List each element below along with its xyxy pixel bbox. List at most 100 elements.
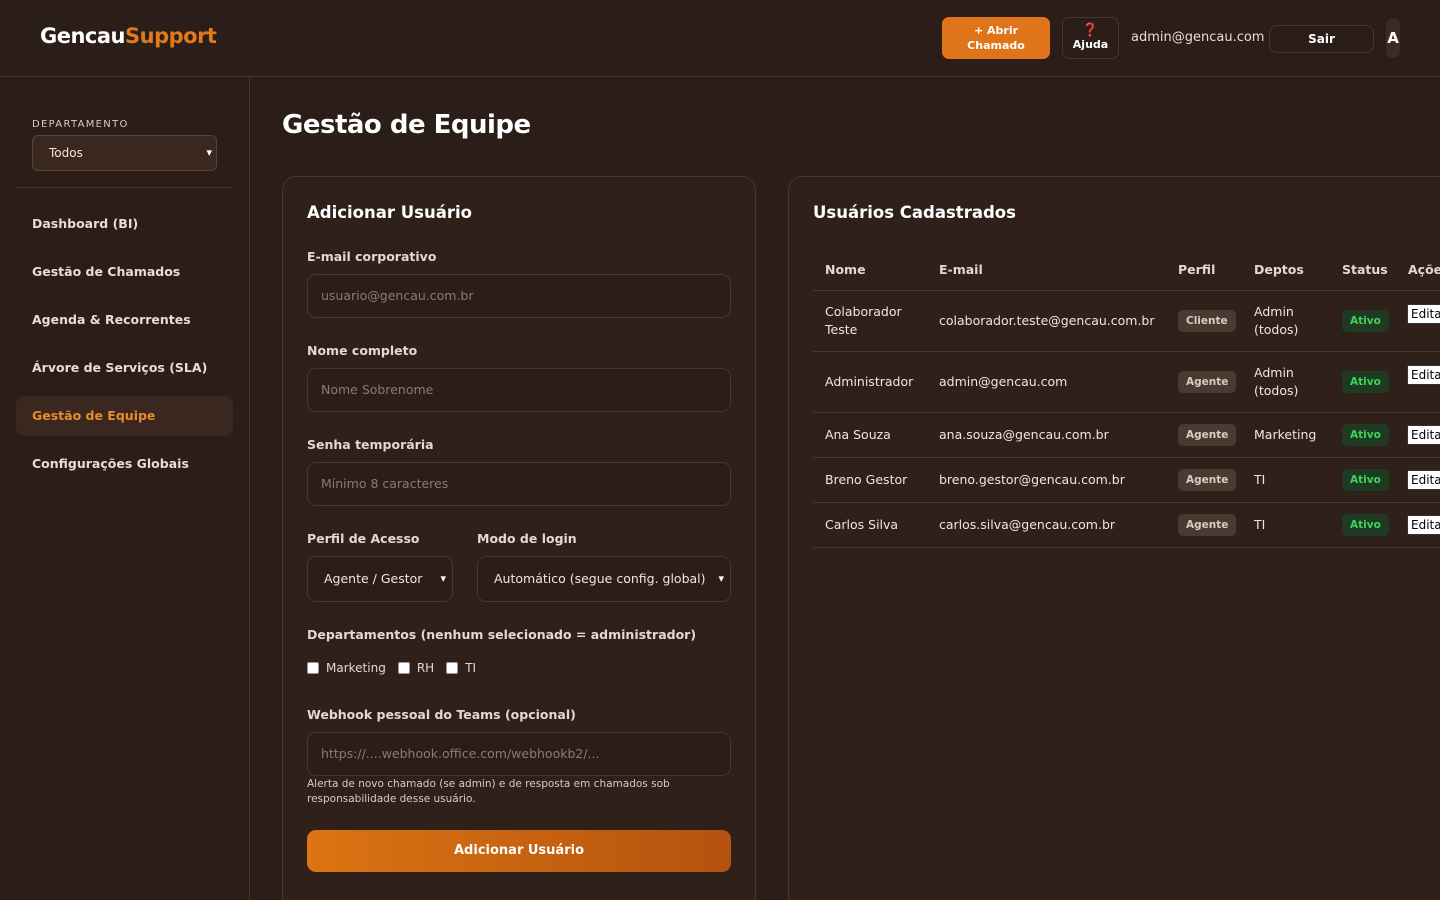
- users-table: Nome E-mail Perfil Deptos Status Ações C…: [813, 250, 1440, 548]
- email-field[interactable]: usuario@gencau.com.br: [307, 274, 731, 318]
- sidebar-item-team[interactable]: Gestão de Equipe: [16, 396, 233, 436]
- sidebar-divider: [16, 187, 233, 188]
- profile-select-value: Agente / Gestor: [324, 571, 423, 586]
- sidebar-item-tickets[interactable]: Gestão de Chamados: [16, 252, 233, 292]
- sidebar-item-schedule[interactable]: Agenda & Recorrentes: [16, 300, 233, 340]
- email-label: E-mail corporativo: [307, 249, 437, 264]
- user-depts: TI: [1254, 472, 1266, 487]
- edit-user-button[interactable]: Editar: [1407, 304, 1440, 324]
- column-header-status: Status: [1342, 262, 1388, 277]
- departments-label: Departamentos (nenhum selecionado = admi…: [307, 627, 697, 642]
- column-header-email: E-mail: [939, 262, 983, 277]
- login-mode-select-value: Automático (segue config. global): [494, 571, 706, 586]
- chevron-down-icon: ▾: [440, 572, 446, 585]
- question-mark-icon: ❓: [1082, 23, 1099, 38]
- webhook-field[interactable]: https://....webhook.office.com/webhookb2…: [307, 732, 731, 776]
- logo-text-primary: Gencau: [40, 24, 126, 48]
- add-user-title: Adicionar Usuário: [307, 203, 472, 222]
- checkbox[interactable]: [446, 662, 459, 674]
- status-badge: Ativo: [1342, 310, 1389, 332]
- table-row: Ana Souza ana.souza@gencau.com.br Agente…: [813, 413, 1440, 458]
- column-header-depts: Deptos: [1254, 262, 1304, 277]
- login-mode-select[interactable]: Automático (segue config. global) ▾: [477, 556, 731, 602]
- status-badge: Ativo: [1342, 469, 1389, 491]
- users-card: Usuários Cadastrados Nome E-mail Perfil …: [788, 176, 1440, 900]
- checkbox-label: Marketing: [326, 661, 386, 675]
- department-checkbox-rh[interactable]: RH: [397, 661, 435, 675]
- chevron-down-icon: ▾: [718, 572, 724, 585]
- webhook-hint: Alerta de novo chamado (se admin) e de r…: [307, 778, 670, 805]
- role-badge: Agente: [1178, 371, 1237, 393]
- top-bar: GencauSupport + Abrir Chamado ❓ Ajuda ad…: [0, 0, 1440, 77]
- user-email: colaborador.teste@gencau.com.br: [939, 313, 1155, 328]
- full-name-field[interactable]: Nome Sobrenome: [307, 368, 731, 412]
- edit-user-button[interactable]: Editar: [1407, 365, 1440, 385]
- user-email: breno.gestor@gencau.com.br: [939, 472, 1125, 487]
- department-checkbox-ti[interactable]: TI: [446, 661, 476, 675]
- checkbox-label: RH: [416, 661, 435, 675]
- column-header-role: Perfil: [1178, 262, 1216, 277]
- user-name: Administrador: [825, 374, 914, 389]
- user-email: carlos.silva@gencau.com.br: [939, 517, 1116, 532]
- page-title: Gestão de Equipe: [282, 110, 531, 140]
- user-name: Breno Gestor: [825, 472, 908, 487]
- department-select-value: Todos: [49, 146, 83, 160]
- user-depts: Marketing: [1254, 427, 1317, 442]
- avatar[interactable]: A: [1386, 18, 1400, 58]
- department-label: DEPARTAMENTO: [32, 119, 129, 130]
- open-ticket-button[interactable]: + Abrir Chamado: [942, 17, 1050, 59]
- edit-user-button[interactable]: Editar: [1407, 470, 1440, 490]
- help-label: Ajuda: [1072, 38, 1109, 51]
- table-row: Administrador admin@gencau.com Agente Ad…: [813, 352, 1440, 413]
- checkbox[interactable]: [397, 662, 410, 674]
- open-ticket-line2: Chamado: [967, 39, 1025, 52]
- department-checkbox-marketing[interactable]: Marketing: [307, 661, 386, 675]
- checkbox[interactable]: [307, 662, 319, 674]
- name-label: Nome completo: [307, 343, 418, 358]
- help-button[interactable]: ❓ Ajuda: [1062, 17, 1119, 59]
- user-email: admin@gencau.com: [939, 374, 1068, 389]
- temp-password-field[interactable]: Mínimo 8 caracteres: [307, 462, 731, 506]
- login-mode-label: Modo de login: [477, 531, 577, 546]
- user-email: ana.souza@gencau.com.br: [939, 427, 1109, 442]
- user-depts: TI: [1254, 517, 1266, 532]
- role-badge: Agente: [1178, 469, 1237, 491]
- webhook-label: Webhook pessoal do Teams (opcional): [307, 707, 576, 722]
- sidebar-item-services-sla[interactable]: Árvore de Serviços (SLA): [16, 348, 233, 388]
- status-badge: Ativo: [1342, 371, 1389, 393]
- sidebar-item-dashboard[interactable]: Dashboard (BI): [16, 204, 233, 244]
- column-header-name: Nome: [825, 262, 866, 277]
- edit-user-button[interactable]: Editar: [1407, 425, 1440, 445]
- status-badge: Ativo: [1342, 424, 1389, 446]
- user-name: Ana Souza: [825, 427, 891, 442]
- app-logo[interactable]: GencauSupport: [40, 24, 217, 48]
- status-badge: Ativo: [1342, 514, 1389, 536]
- table-row: Breno Gestor breno.gestor@gencau.com.br …: [813, 458, 1440, 503]
- table-header: Nome E-mail Perfil Deptos Status Ações: [813, 250, 1440, 291]
- column-header-actions: Ações: [1408, 262, 1440, 277]
- role-badge: Agente: [1178, 424, 1237, 446]
- users-title: Usuários Cadastrados: [813, 203, 1016, 222]
- user-name: Carlos Silva: [825, 517, 899, 532]
- current-user-email: admin@gencau.com: [1131, 30, 1265, 45]
- user-depts: Admin (todos): [1254, 304, 1299, 337]
- logout-button[interactable]: Sair: [1269, 25, 1374, 53]
- chevron-down-icon: ▾: [206, 146, 212, 159]
- profile-select[interactable]: Agente / Gestor ▾: [307, 556, 453, 602]
- add-user-button[interactable]: Adicionar Usuário: [307, 830, 731, 872]
- departments-checkbox-group: Marketing RH TI: [307, 658, 488, 678]
- profile-label: Perfil de Acesso: [307, 531, 420, 546]
- password-label: Senha temporária: [307, 437, 434, 452]
- role-badge: Agente: [1178, 514, 1237, 536]
- edit-user-button[interactable]: Editar: [1407, 515, 1440, 535]
- add-user-card: Adicionar Usuário E-mail corporativo usu…: [282, 176, 756, 900]
- user-depts: Admin (todos): [1254, 365, 1299, 398]
- table-row: Colaborador Teste colaborador.teste@genc…: [813, 291, 1440, 352]
- logo-text-accent: Support: [125, 24, 217, 48]
- user-name: Colaborador Teste: [825, 304, 902, 337]
- sidebar-item-settings[interactable]: Configurações Globais: [16, 444, 233, 484]
- table-row: Carlos Silva carlos.silva@gencau.com.br …: [813, 503, 1440, 548]
- sidebar: DEPARTAMENTO Todos ▾ Dashboard (BI) Gest…: [0, 77, 250, 900]
- department-select[interactable]: Todos ▾: [32, 135, 217, 171]
- open-ticket-line1: + Abrir: [973, 24, 1019, 37]
